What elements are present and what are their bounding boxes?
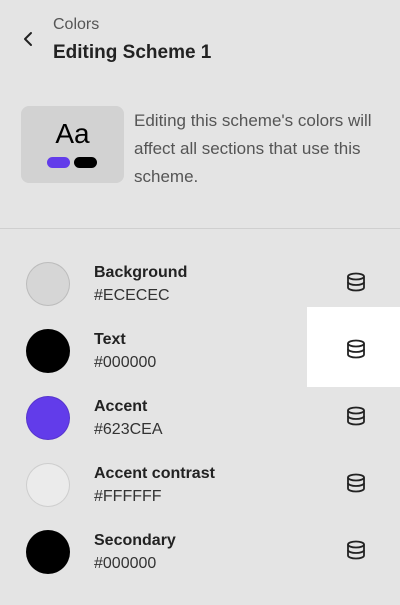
color-swatch[interactable] <box>26 530 70 574</box>
color-value: #ECECEC <box>94 287 170 304</box>
divider <box>0 228 400 229</box>
color-source-button[interactable] <box>338 465 374 501</box>
color-source-button[interactable] <box>338 532 374 568</box>
color-source-button[interactable] <box>338 398 374 434</box>
color-name: Background <box>94 264 188 281</box>
database-icon <box>347 272 365 292</box>
preview-accent-pill <box>47 157 70 168</box>
color-swatch[interactable] <box>26 262 70 306</box>
color-name: Accent <box>94 398 148 415</box>
color-row-accent-contrast: Accent contrast #FFFFFF <box>0 453 400 520</box>
preview-sample-text: Aa <box>55 118 90 149</box>
color-name: Text <box>94 331 126 348</box>
database-icon <box>347 339 365 359</box>
color-row-text: Text #000000 <box>0 319 400 386</box>
scheme-description: Editing this scheme's colors will affect… <box>134 111 372 186</box>
color-value: #623CEA <box>94 421 163 438</box>
page-title: Editing Scheme 1 <box>53 42 212 63</box>
back-button[interactable] <box>18 28 40 50</box>
header: Colors Editing Scheme 1 <box>0 0 400 90</box>
color-row-accent: Accent #623CEA <box>0 386 400 453</box>
color-name: Secondary <box>94 532 176 549</box>
color-value: #000000 <box>94 354 157 371</box>
color-value: #000000 <box>94 555 157 572</box>
color-row-background: Background #ECECEC <box>0 252 400 319</box>
color-swatch[interactable] <box>26 463 70 507</box>
color-source-button[interactable] <box>338 264 374 300</box>
scheme-preview: Aa <box>21 106 124 183</box>
preview-secondary-pill <box>74 157 97 168</box>
database-icon <box>347 406 365 426</box>
color-swatch[interactable] <box>26 329 70 373</box>
color-value: #FFFFFF <box>94 488 162 505</box>
database-icon <box>347 473 365 493</box>
database-icon <box>347 540 365 560</box>
header-subtitle: Colors <box>53 16 100 33</box>
chevron-left-icon <box>24 32 32 46</box>
color-source-button[interactable] <box>338 331 374 367</box>
color-row-secondary: Secondary #000000 <box>0 520 400 587</box>
color-name: Accent contrast <box>94 465 215 482</box>
color-swatch[interactable] <box>26 396 70 440</box>
